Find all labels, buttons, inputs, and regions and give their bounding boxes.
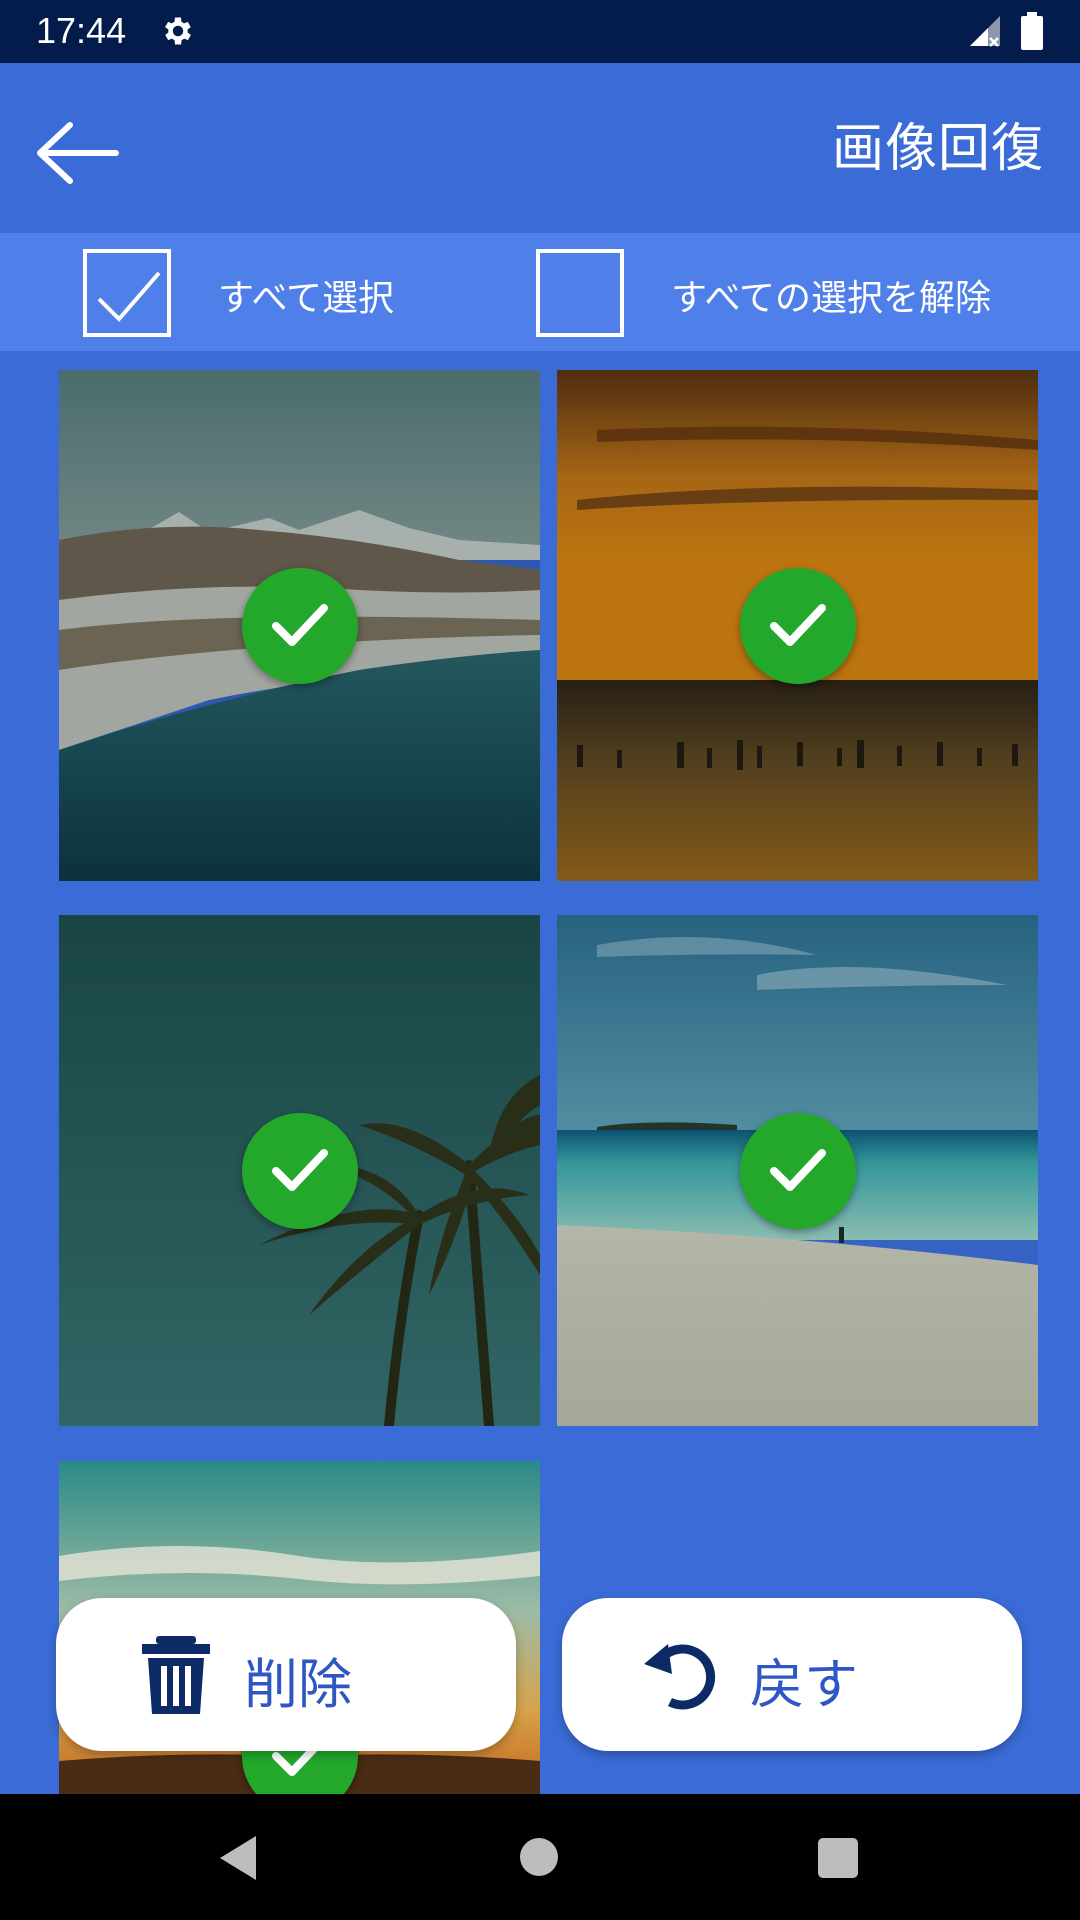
battery-icon bbox=[1021, 12, 1043, 50]
image-tile[interactable] bbox=[59, 370, 540, 881]
nav-recents-icon[interactable] bbox=[818, 1838, 858, 1878]
undo-icon bbox=[644, 1644, 716, 1710]
selection-bar: すべて選択 すべての選択を解除 bbox=[0, 233, 1080, 351]
checkmark-icon bbox=[97, 271, 161, 322]
deselect-all-label[interactable]: すべての選択を解除 bbox=[671, 269, 991, 321]
selected-check-badge bbox=[739, 1112, 856, 1229]
select-all-checkbox[interactable] bbox=[83, 249, 171, 337]
image-tile[interactable] bbox=[557, 915, 1038, 1426]
image-tile[interactable] bbox=[59, 915, 540, 1426]
nav-home-icon[interactable] bbox=[520, 1838, 558, 1876]
restore-label: 戻す bbox=[750, 1653, 858, 1716]
gear-icon bbox=[165, 17, 191, 45]
app-bar: 画像回復 bbox=[0, 63, 1080, 233]
navigation-bar bbox=[0, 1794, 1080, 1920]
checkmark-icon bbox=[271, 603, 328, 646]
restore-button[interactable]: 戻す bbox=[562, 1598, 1022, 1751]
selected-check-badge bbox=[739, 567, 856, 684]
page-title: 画像回復 bbox=[831, 119, 1044, 179]
selected-check-badge bbox=[241, 567, 358, 684]
checkmark-icon bbox=[769, 603, 826, 646]
checkmark-icon bbox=[271, 1148, 328, 1191]
nav-back-icon[interactable] bbox=[216, 1834, 260, 1882]
delete-button[interactable]: 削除 bbox=[56, 1598, 516, 1751]
status-bar: 17:44 bbox=[0, 0, 1080, 63]
arrow-left-icon[interactable] bbox=[28, 105, 124, 201]
delete-label: 削除 bbox=[244, 1653, 352, 1716]
status-time: 17:44 bbox=[36, 10, 127, 51]
selected-check-badge bbox=[241, 1112, 358, 1229]
trash-icon bbox=[142, 1636, 210, 1714]
image-tile[interactable] bbox=[557, 370, 1038, 881]
signal-icon bbox=[970, 16, 1000, 47]
checkmark-icon bbox=[769, 1148, 826, 1191]
select-all-label[interactable]: すべて選択 bbox=[218, 269, 394, 321]
deselect-all-checkbox[interactable] bbox=[536, 249, 624, 337]
